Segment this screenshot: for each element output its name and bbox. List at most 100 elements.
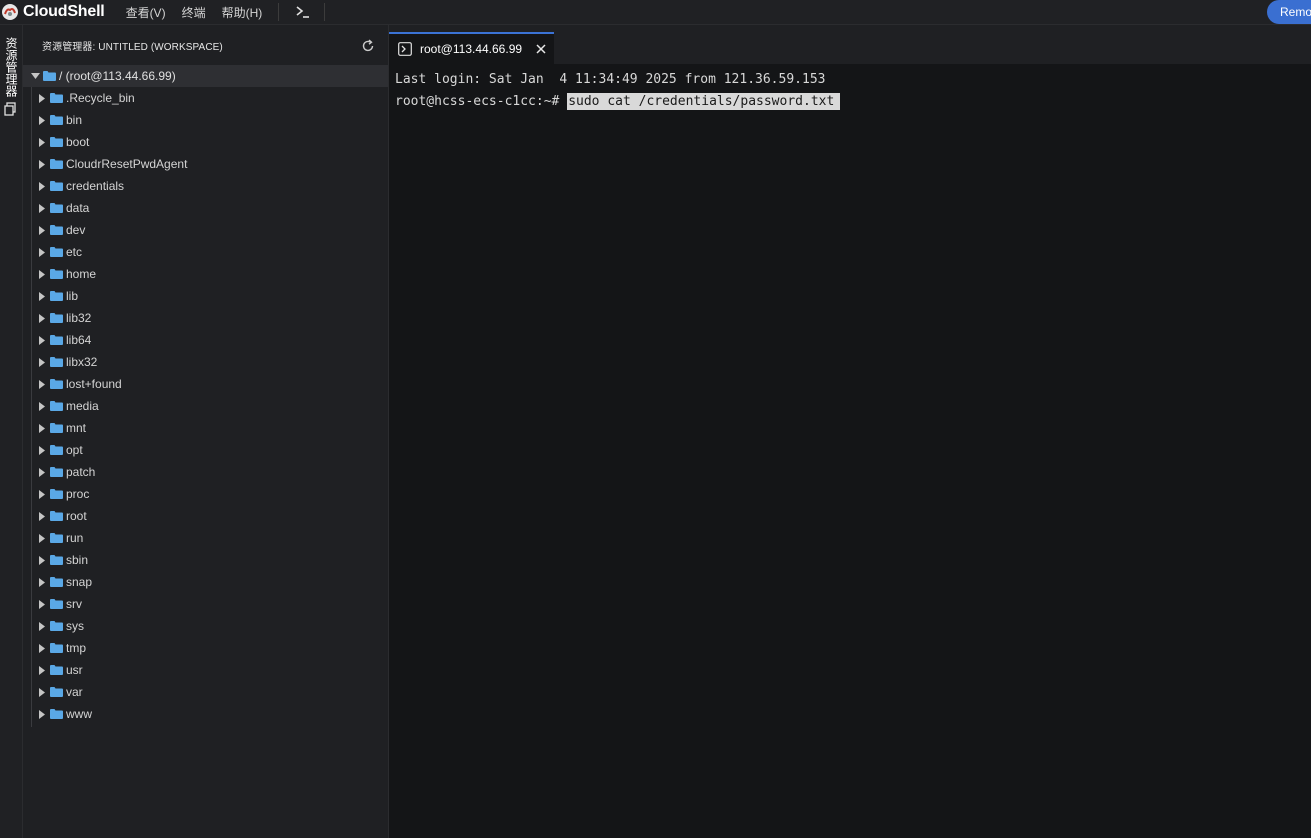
tree-item[interactable]: data [23,197,388,219]
menu-view[interactable]: 查看(V) [126,4,166,21]
file-tree: .Recycle_binbin boot CloudrResetPwdAgent cr… [23,87,388,727]
menu-terminal[interactable]: 终端 [182,4,206,21]
refresh-icon[interactable] [361,39,375,53]
tree-item[interactable]: media [23,395,388,417]
tree-item-label: var [66,685,83,699]
tree-item[interactable]: lib [23,285,388,307]
tree-item[interactable]: credentials [23,175,388,197]
chevron-right-icon [36,686,48,698]
tree-item-label: run [66,531,84,545]
tree-item[interactable]: boot [23,131,388,153]
close-icon[interactable] [535,43,547,55]
activity-explorer-tab[interactable]: 资源管理器 [3,37,18,97]
terminal-tab[interactable]: root@113.44.66.99 [389,32,554,64]
tree-item-label: root [66,509,87,523]
folder-icon [50,533,63,543]
tree-root-item[interactable]: / (root@113.44.66.99) [23,65,388,87]
tree-item[interactable]: srv [23,593,388,615]
folder-icon [50,247,63,257]
tree-item[interactable]: lib32 [23,307,388,329]
cloudshell-logo-icon [2,4,18,20]
activity-bar: 资源管理器 [0,25,23,838]
chevron-right-icon [36,664,48,676]
tree-item[interactable]: mnt [23,417,388,439]
chevron-right-icon [36,532,48,544]
chevron-down-icon [29,70,41,82]
folder-icon [50,577,63,587]
chevron-right-icon [36,114,48,126]
tree-item[interactable]: root [23,505,388,527]
folder-icon [50,709,63,719]
folder-icon [50,555,63,565]
tree-item[interactable]: sbin [23,549,388,571]
tree-item[interactable]: etc [23,241,388,263]
tree-item[interactable]: sys [23,615,388,637]
tree-item[interactable]: bin [23,109,388,131]
tree-item[interactable]: lost+found [23,373,388,395]
folder-icon [50,379,63,389]
tree-item[interactable]: run [23,527,388,549]
chevron-right-icon [36,356,48,368]
tree-item-label: proc [66,487,90,501]
tree-item-label: home [66,267,97,281]
folder-icon [50,423,63,433]
new-terminal-button[interactable] [293,2,313,22]
chevron-right-icon [36,290,48,302]
shell-prompt: root@hcss-ecs-c1cc:~# [395,94,568,109]
tree-item[interactable]: lib64 [23,329,388,351]
tree-item-label: lost+found [66,377,122,391]
tree-item[interactable]: .Recycle_bin [23,87,388,109]
tree-item[interactable]: CloudrResetPwdAgent [23,153,388,175]
tree-item[interactable]: libx32 [23,351,388,373]
chevron-right-icon [36,488,48,500]
tree-item-label: tmp [66,641,87,655]
remote-button[interactable]: Remote [1267,0,1311,24]
chevron-right-icon [36,224,48,236]
explorer-title: 资源管理器: UNTITLED (WORKSPACE) [42,41,223,53]
folder-icon [50,159,63,169]
folder-icon [50,291,63,301]
tree-root-label: / (root@113.44.66.99) [59,69,176,83]
tree-item-label: data [66,201,90,215]
chevron-right-icon [36,334,48,346]
tree-item-label: libx32 [66,355,98,369]
chevron-right-icon [36,136,48,148]
tree-item-label: mnt [66,421,87,435]
tree-item[interactable]: patch [23,461,388,483]
tree-item-label: credentials [66,179,125,193]
terminal-prompt-icon [296,6,310,18]
folder-icon [50,357,63,367]
tree-item[interactable]: proc [23,483,388,505]
terminal-icon [398,42,412,56]
tree-item-label: lib32 [66,311,92,325]
chevron-right-icon [36,576,48,588]
copy-files-icon[interactable] [4,102,16,116]
menu-help[interactable]: 帮助(H) [222,4,263,21]
tree-item-label: bin [66,113,83,127]
tree-item[interactable]: usr [23,659,388,681]
tree-item-label: lib64 [66,333,92,347]
chevron-right-icon [36,598,48,610]
menu-divider [278,3,280,21]
folder-icon [50,313,63,323]
folder-icon [50,401,63,411]
chevron-right-icon [36,202,48,214]
tree-item-label: usr [66,663,83,677]
last-login-line: Last login: Sat Jan 4 11:34:49 2025 from… [395,72,826,87]
tree-item[interactable]: home [23,263,388,285]
chevron-right-icon [36,466,48,478]
folder-icon [50,467,63,477]
tree-item-label: .Recycle_bin [66,91,135,105]
tree-item[interactable]: var [23,681,388,703]
tree-item[interactable]: opt [23,439,388,461]
folder-icon [50,489,63,499]
terminal-output[interactable]: Last login: Sat Jan 4 11:34:49 2025 from… [389,64,1311,838]
tree-item-label: boot [66,135,90,149]
command-text: sudo cat /credentials/password.txt [567,93,841,110]
tree-item[interactable]: tmp [23,637,388,659]
tree-item[interactable]: dev [23,219,388,241]
tree-item-label: srv [66,597,82,611]
tree-item[interactable]: www [23,703,388,725]
tree-item[interactable]: snap [23,571,388,593]
chevron-right-icon [36,92,48,104]
